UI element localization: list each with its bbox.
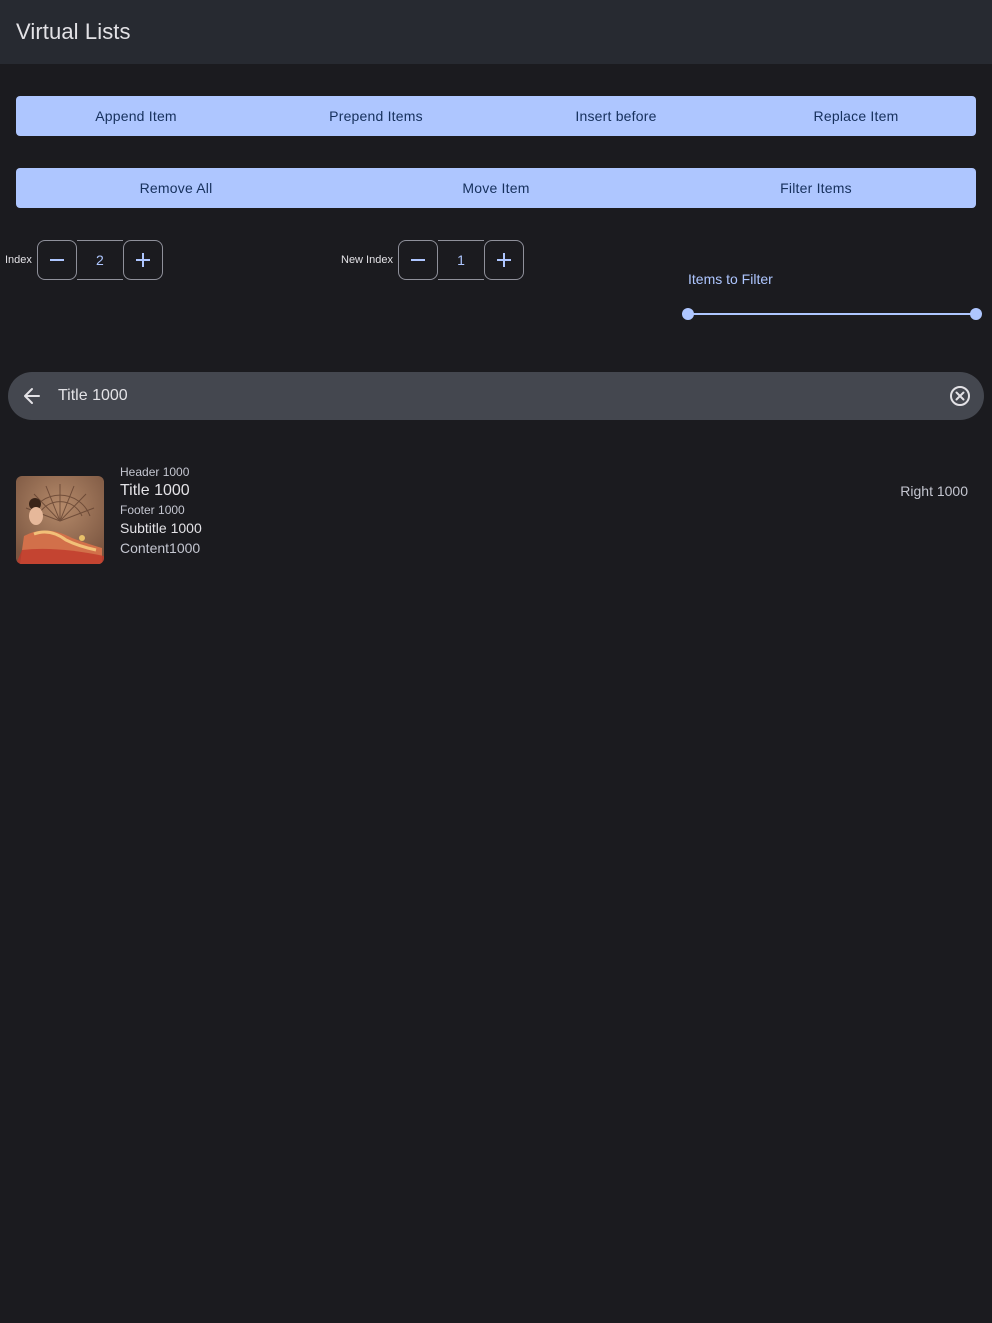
item-thumbnail xyxy=(16,476,104,564)
search-input[interactable] xyxy=(58,387,936,405)
plus-icon xyxy=(135,253,150,267)
back-button[interactable] xyxy=(8,372,56,420)
item-header: Header 1000 xyxy=(120,465,190,479)
item-title: Title 1000 xyxy=(120,482,190,499)
list-item[interactable]: Header 1000 Title 1000 Footer 1000 Subti… xyxy=(0,456,992,576)
move-item-button[interactable]: Move Item xyxy=(336,168,656,208)
insert-before-button[interactable]: Insert before xyxy=(496,96,736,136)
filter-range-slider-track[interactable] xyxy=(688,313,976,315)
app-bar: Virtual Lists xyxy=(0,0,992,64)
plus-icon xyxy=(496,253,511,267)
new-index-label: New Index xyxy=(341,254,393,266)
filter-items-button[interactable]: Filter Items xyxy=(656,168,976,208)
items-to-filter-label: Items to Filter xyxy=(688,271,773,287)
item-subtitle: Subtitle 1000 xyxy=(120,520,202,536)
item-content: Content1000 xyxy=(120,540,201,556)
action-button-group-2: Remove All Move Item Filter Items xyxy=(16,168,976,208)
index-decrement-button[interactable] xyxy=(36,240,77,280)
remove-all-button[interactable]: Remove All xyxy=(16,168,336,208)
index-label: Index xyxy=(5,254,32,266)
minus-icon xyxy=(410,259,425,261)
item-right-text: Right 1000 xyxy=(900,483,968,499)
index-stepper: Index 2 xyxy=(5,240,163,280)
minus-icon xyxy=(49,259,64,261)
action-button-group-1: Append Item Prepend Items Insert before … xyxy=(16,96,976,136)
clear-search-button[interactable] xyxy=(936,372,984,420)
prepend-items-button[interactable]: Prepend Items xyxy=(256,96,496,136)
page-title: Virtual Lists xyxy=(16,19,131,44)
search-bar xyxy=(8,372,984,420)
index-value[interactable]: 2 xyxy=(76,240,123,280)
replace-item-button[interactable]: Replace Item xyxy=(736,96,976,136)
clear-icon xyxy=(950,386,970,406)
filter-range-start-thumb[interactable] xyxy=(682,308,694,320)
new-index-decrement-button[interactable] xyxy=(397,240,438,280)
item-footer: Footer 1000 xyxy=(120,503,185,517)
append-item-button[interactable]: Append Item xyxy=(16,96,256,136)
filter-range-end-thumb[interactable] xyxy=(970,308,982,320)
new-index-stepper: New Index 1 xyxy=(341,240,524,280)
index-increment-button[interactable] xyxy=(122,240,163,280)
new-index-value[interactable]: 1 xyxy=(437,240,484,280)
new-index-increment-button[interactable] xyxy=(483,240,524,280)
arrow-back-icon xyxy=(24,388,40,404)
